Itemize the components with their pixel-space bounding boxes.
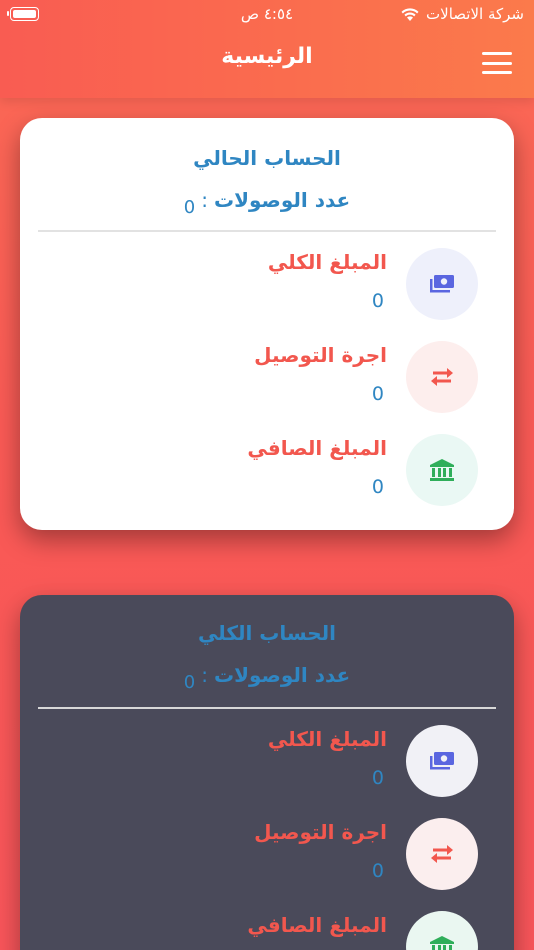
receipts-count-label: عدد الوصولات bbox=[214, 663, 351, 687]
total-account-card: الحساب الكلي عدد الوصولات:0 المبلغ الكلي… bbox=[20, 595, 514, 950]
row-label: المبلغ الكلي bbox=[267, 250, 387, 274]
row-label: المبلغ الصافي bbox=[247, 436, 387, 460]
total-amount-row: المبلغ الكلي 0 bbox=[178, 725, 478, 797]
transfer-arrows-icon bbox=[406, 341, 478, 413]
divider bbox=[38, 230, 496, 232]
row-label: المبلغ الكلي bbox=[267, 727, 387, 751]
divider bbox=[38, 707, 496, 709]
receipts-count-separator: : bbox=[201, 188, 208, 212]
row-value: 0 bbox=[371, 290, 384, 312]
row-value: 0 bbox=[371, 383, 384, 405]
menu-line bbox=[482, 52, 512, 55]
top-app-bar: شركة الاتصالات ٤:٥٤ ص الرئيسية bbox=[0, 0, 534, 98]
battery-icon bbox=[7, 7, 39, 21]
delivery-fee-row: اجرة التوصيل 0 bbox=[178, 341, 478, 413]
net-amount-row: المبلغ الصافي bbox=[178, 911, 478, 950]
page-title: الرئيسية bbox=[221, 44, 313, 69]
receipts-count-separator: : bbox=[201, 663, 208, 687]
row-value: 0 bbox=[371, 860, 384, 882]
card-title: الحساب الكلي bbox=[197, 621, 337, 645]
delivery-fee-row: اجرة التوصيل 0 bbox=[178, 818, 478, 890]
money-icon bbox=[406, 248, 478, 320]
receipts-count-value: 0 bbox=[183, 672, 196, 693]
bank-icon bbox=[406, 434, 478, 506]
row-value: 0 bbox=[371, 767, 384, 789]
money-icon bbox=[406, 725, 478, 797]
receipts-count: عدد الوصولات:0 bbox=[20, 663, 514, 693]
receipts-count-value: 0 bbox=[183, 197, 196, 218]
menu-line bbox=[482, 71, 512, 74]
net-amount-row: المبلغ الصافي 0 bbox=[178, 434, 478, 506]
receipts-count: عدد الوصولات:0 bbox=[20, 188, 514, 218]
card-title: الحساب الحالي bbox=[193, 146, 341, 170]
transfer-arrows-icon bbox=[406, 818, 478, 890]
current-account-card: الحساب الحالي عدد الوصولات:0 المبلغ الكل… bbox=[20, 118, 514, 530]
row-label: المبلغ الصافي bbox=[247, 913, 387, 937]
row-label: اجرة التوصيل bbox=[254, 343, 387, 367]
row-label: اجرة التوصيل bbox=[254, 820, 387, 844]
row-value: 0 bbox=[371, 476, 384, 498]
bank-icon bbox=[406, 911, 478, 950]
status-time: ٤:٥٤ ص bbox=[240, 5, 294, 23]
total-amount-row: المبلغ الكلي 0 bbox=[178, 248, 478, 320]
menu-line bbox=[482, 61, 512, 65]
hamburger-menu-icon[interactable] bbox=[482, 52, 512, 74]
receipts-count-label: عدد الوصولات bbox=[214, 188, 351, 212]
status-bar: شركة الاتصالات ٤:٥٤ ص bbox=[0, 0, 534, 30]
